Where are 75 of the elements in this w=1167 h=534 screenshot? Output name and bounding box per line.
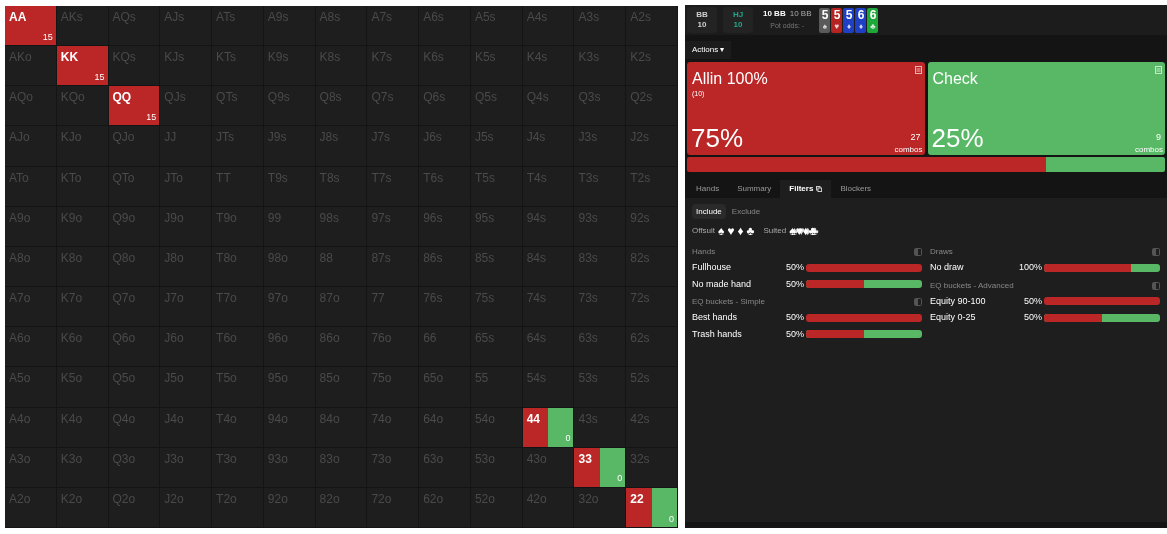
filter-name[interactable]: Equity 0-25 — [930, 311, 1018, 325]
filter-name[interactable]: Trash hands — [692, 327, 780, 341]
filter-percent: 50% — [1023, 311, 1042, 324]
filter-name[interactable]: No draw — [930, 261, 1018, 275]
suit-toggle[interactable]: ♠ — [718, 224, 725, 238]
filter-name[interactable]: Equity 90-100 — [930, 294, 1018, 308]
filter-percent: 50% — [785, 311, 804, 324]
mode-toggle[interactable]: Include — [692, 204, 726, 219]
panel-tab[interactable]: Hands — [687, 180, 729, 198]
hand-cell[interactable]: 44 0 — [522, 407, 575, 448]
hand-cell[interactable]: QQ 15 — [108, 86, 161, 127]
suit-toggle[interactable]: ♠ — [789, 224, 796, 238]
filter-percent: 50% — [785, 261, 804, 274]
board-card: 5 ♦ — [843, 7, 855, 33]
position-tab[interactable]: HJ 10 — [723, 7, 753, 33]
actions-dropdown[interactable]: Actions ▾ — [685, 41, 732, 59]
suited-label: Suited — [763, 225, 787, 237]
board-card: 5 ♥ — [831, 7, 843, 33]
section-title: Draws — [930, 246, 953, 258]
action-frequency: 25% — [931, 123, 984, 153]
board-card: 6 ♦ — [855, 7, 867, 33]
filter-name[interactable]: Best hands — [692, 311, 780, 325]
combo-count: 0 — [668, 512, 674, 526]
toggle-icon[interactable] — [914, 298, 922, 306]
combo-count: 15 — [146, 110, 157, 124]
combo-count: 0 — [565, 432, 571, 446]
combo-count: 0 — [617, 472, 623, 486]
section-title: EQ buckets - Advanced — [930, 279, 1014, 292]
filter-name[interactable]: No made hand — [692, 277, 780, 291]
hand-label: 44 — [526, 410, 541, 428]
combo-count: 27 — [910, 130, 921, 144]
suit-toggle[interactable]: ♥ — [795, 224, 803, 238]
suit-toggle[interactable]: ♦ — [737, 224, 744, 238]
section-title: Hands — [692, 246, 716, 258]
action-name: Check — [932, 69, 978, 89]
filter-name[interactable]: Fullhouse — [692, 261, 780, 275]
toggle-icon[interactable] — [1152, 281, 1160, 290]
toggle-icon[interactable] — [1152, 248, 1160, 256]
filter-percent: 100% — [1018, 261, 1042, 274]
hand-cell[interactable]: 33 0 — [574, 447, 627, 488]
position-tab[interactable]: BB 10 — [687, 7, 717, 33]
board-card: 5 ♠ — [819, 7, 831, 33]
action-frequency: 75% — [691, 123, 744, 153]
action-name: Allin 100% — [692, 69, 768, 89]
pot-size: 10 BB — [763, 8, 786, 19]
offsuit-label: Offsuit — [692, 225, 715, 237]
hand-label: 22 — [630, 490, 644, 508]
suit-toggle[interactable]: ♦ — [802, 224, 809, 238]
action-card[interactable]: Check 25% 9 combos — [927, 62, 1165, 155]
mode-toggle[interactable]: Exclude — [727, 204, 765, 219]
filter-percent: 50% — [1023, 294, 1042, 308]
suit-toggle[interactable]: ♥ — [727, 224, 735, 238]
combo-count: 15 — [42, 30, 53, 44]
hand-cell[interactable]: 22 0 — [626, 487, 678, 528]
hand-label: QQ — [112, 89, 132, 107]
filter-percent: 50% — [785, 327, 804, 341]
combos-label: combos — [1135, 145, 1163, 154]
hand-cell[interactable]: KK 15 — [56, 46, 109, 87]
suit-toggle[interactable]: ♣ — [746, 224, 755, 238]
hand-label: 33 — [578, 450, 592, 468]
combo-count: 15 — [94, 70, 105, 84]
panel-tab[interactable]: Summary — [728, 180, 781, 198]
filter-percent: 50% — [785, 277, 804, 291]
hand-label: AA — [9, 9, 27, 26]
suit-toggle[interactable]: ♣ — [808, 224, 817, 238]
panel-tab[interactable]: Filters — [780, 180, 832, 198]
section-title: EQ buckets - Simple — [692, 296, 765, 308]
combo-count: 9 — [1156, 130, 1161, 144]
hand-label: KK — [60, 49, 79, 67]
toggle-icon[interactable] — [914, 248, 922, 256]
panel-tab[interactable]: Blockers — [831, 180, 881, 198]
hand-cell[interactable]: AA 15 — [5, 6, 57, 47]
combos-label: combos — [894, 145, 923, 154]
board-card: 6 ♣ — [867, 7, 879, 33]
stack-size: 10 BB — [789, 8, 812, 19]
